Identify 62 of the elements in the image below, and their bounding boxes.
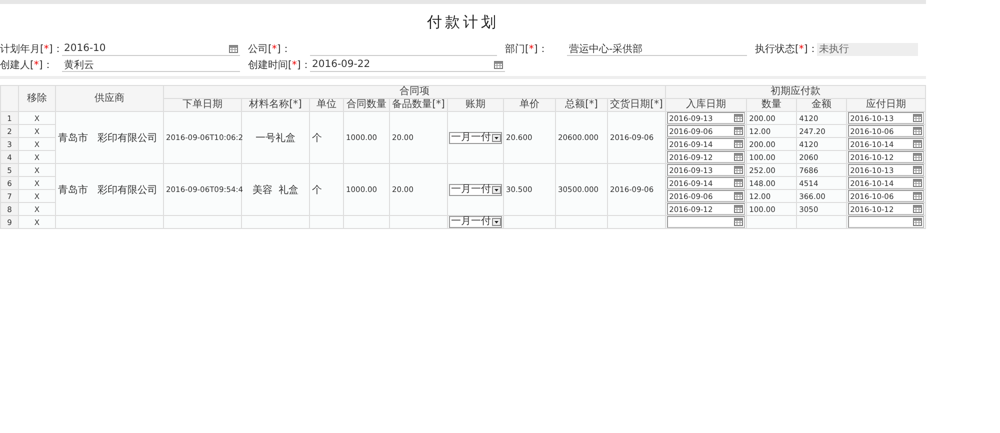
material-name: 一号礼盒 [256, 132, 296, 144]
material-name: 美容 礼盒 [252, 184, 299, 196]
text-field[interactable]: 黄利云 [62, 58, 240, 72]
calendar-icon[interactable] [913, 127, 922, 135]
column-header: 材料名称[*] [249, 99, 302, 110]
calendar-icon[interactable] [229, 44, 238, 52]
page-title: 付款计划 [427, 13, 499, 32]
caret-icon [492, 134, 501, 142]
calendar-icon[interactable] [734, 153, 744, 161]
unit-text: 个 [312, 132, 322, 144]
calendar-icon[interactable] [913, 205, 922, 213]
column-header: 备品数量[*] [392, 99, 445, 110]
group-header: 合同项 [400, 86, 430, 97]
field-label: 公司[*]： [248, 43, 292, 56]
calendar-icon[interactable] [734, 192, 744, 200]
column-header: 应付日期 [866, 99, 906, 110]
calendar-icon[interactable] [913, 114, 922, 122]
calendar-icon[interactable] [734, 179, 744, 187]
date-field[interactable]: 2016-10 [62, 42, 240, 56]
unit-text: 个 [312, 184, 322, 196]
calendar-icon[interactable] [913, 179, 922, 187]
field-label: 创建人[*]： [0, 58, 54, 72]
term-dropdown[interactable]: 一月一付 [449, 216, 502, 228]
group-header: 初期应付款 [770, 86, 821, 97]
text-field[interactable]: 营运中心-采供部 [567, 42, 747, 56]
calendar-icon[interactable] [913, 192, 922, 200]
calendar-icon[interactable] [734, 205, 744, 213]
calendar-icon[interactable] [734, 166, 744, 174]
column-header: 合同数量 [346, 99, 386, 110]
column-header: 总额[*] [565, 99, 598, 110]
column-header: 供应商 [94, 92, 124, 104]
column-header: 数量 [762, 99, 782, 110]
column-header: 金额 [812, 99, 832, 110]
status-field[interactable]: 未执行 [817, 42, 918, 56]
field-label: 执行状态[*]： [755, 42, 817, 56]
caret-icon [492, 186, 501, 194]
term-dropdown[interactable]: 一月一付 [449, 184, 502, 196]
calendar-icon[interactable] [734, 127, 744, 135]
column-header: 账期 [466, 99, 486, 110]
caret-icon [492, 218, 501, 226]
calendar-icon[interactable] [734, 218, 744, 226]
field-label: 部门[*]： [505, 42, 549, 56]
column-header: 移除 [27, 92, 47, 104]
calendar-icon[interactable] [913, 153, 922, 161]
column-header: 入库日期 [686, 99, 726, 110]
date-field[interactable] [667, 216, 746, 228]
calendar-icon[interactable] [734, 114, 744, 122]
date-field[interactable] [848, 216, 924, 228]
calendar-icon[interactable] [913, 140, 922, 148]
calendar-icon[interactable] [913, 218, 922, 226]
calendar-icon[interactable] [734, 140, 744, 148]
column-header: 下单日期 [182, 99, 222, 110]
field-label: 计划年月[*]： [0, 42, 62, 56]
supplier-name: 青岛市 彩印有限公司 [58, 184, 158, 196]
column-header: 单位 [316, 99, 336, 110]
supplier-name: 青岛市 彩印有限公司 [58, 132, 158, 144]
column-header: 单价 [520, 99, 540, 110]
term-dropdown[interactable]: 一月一付 [449, 132, 502, 144]
date-field[interactable]: 2016-09-22 [310, 58, 505, 72]
column-header: 交货日期[*] [610, 99, 663, 110]
field-label: 创建时间[*]： [248, 58, 310, 72]
calendar-icon[interactable] [913, 166, 922, 174]
